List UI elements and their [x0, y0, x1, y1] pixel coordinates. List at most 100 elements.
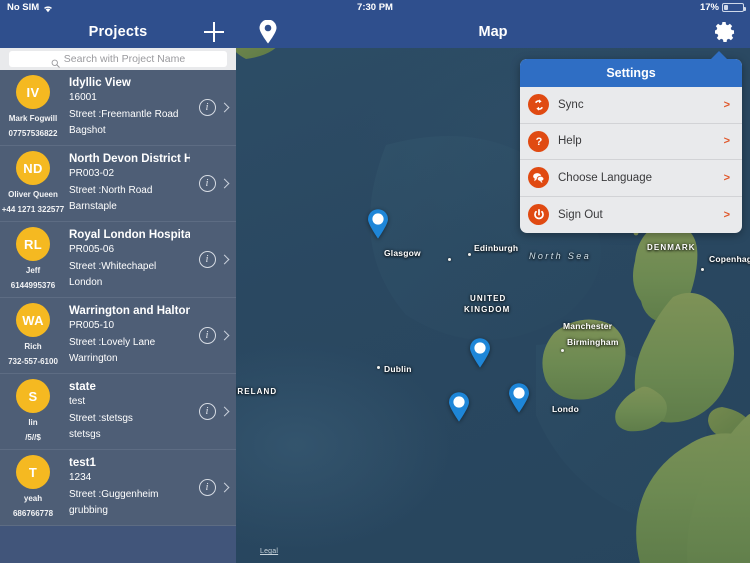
list-empty-space — [0, 526, 236, 556]
gear-icon[interactable] — [713, 20, 737, 49]
power-icon — [528, 204, 549, 226]
avatar: RL — [16, 227, 50, 261]
project-street: Street :Whitechapel — [69, 260, 157, 272]
projects-panel: Projects Search with Project Name IV Mar — [0, 15, 236, 563]
map-area[interactable]: Glasgow Edinburgh North Sea DENMARK Cope… — [236, 15, 750, 563]
project-code: PR005-06 — [69, 244, 115, 256]
add-project-button[interactable] — [204, 21, 224, 42]
list-item[interactable]: IV Mark Fogwill 07757536822 Idyllic View… — [0, 70, 236, 146]
list-item-contact: ND Oliver Queen +44 1271 322577 — [0, 146, 66, 221]
marker-wales[interactable] — [448, 392, 470, 422]
map-dot-copenhagen — [701, 268, 704, 271]
project-code: PR003-02 — [69, 168, 115, 180]
list-item-actions: i — [190, 450, 236, 525]
marker-manchester[interactable] — [469, 338, 491, 368]
svg-text:?: ? — [535, 136, 542, 148]
list-item-details: Idyllic View 16001 Street :Freemantle Ro… — [66, 70, 190, 145]
map-title: Map — [478, 23, 508, 40]
project-street: Street :Lovely Lane — [69, 336, 156, 348]
project-city: grubbing — [69, 504, 108, 516]
avatar: S — [16, 379, 50, 413]
map-pin-icon[interactable] — [258, 19, 278, 49]
list-item[interactable]: RL Jeff 6144995376 Royal London Hospital… — [0, 222, 236, 298]
project-street: Street :North Road — [69, 184, 153, 196]
list-item-details: Royal London Hospital PR005-06 Street :W… — [66, 222, 190, 297]
settings-item-sync[interactable]: Sync > — [520, 87, 742, 124]
battery-percent-label: 17% — [699, 2, 719, 13]
list-item-details: state test Street :stetsgs stetsgs — [66, 374, 190, 449]
project-street: Street :stetsgs — [69, 412, 133, 424]
status-bar: No SIM 7:30 PM 17% — [0, 0, 750, 15]
info-icon[interactable]: i — [198, 403, 216, 420]
list-item[interactable]: WA Rich 732-557-6100 Warrington and Halt… — [0, 298, 236, 374]
contact-name: Jeff — [25, 266, 41, 275]
settings-item-choose-language[interactable]: Choose Language > — [520, 160, 742, 197]
project-city: Warrington — [69, 352, 118, 364]
map-dot-glasgow — [448, 258, 451, 261]
list-item[interactable]: T yeah 686766778 test1 1234 Street :Gugg… — [0, 450, 236, 526]
projects-list[interactable]: IV Mark Fogwill 07757536822 Idyllic View… — [0, 70, 236, 563]
search-icon — [51, 55, 60, 68]
list-item-actions: i — [190, 374, 236, 449]
contact-phone: 07757536822 — [8, 128, 58, 138]
chevron-right-icon[interactable] — [219, 330, 229, 341]
list-item-contact: T yeah 686766778 — [0, 450, 66, 525]
list-item-actions: i — [190, 146, 236, 221]
project-code: 1234 — [69, 472, 92, 484]
list-item-contact: S lin /5//$ — [0, 374, 66, 449]
chevron-right-icon[interactable] — [219, 406, 229, 417]
map-navbar: Map — [236, 15, 750, 48]
project-city: Bagshot — [69, 124, 106, 136]
contact-name: Rich — [24, 342, 42, 351]
search-placeholder: Search with Project Name — [63, 53, 186, 65]
settings-item-label: Sign Out — [558, 208, 603, 221]
info-icon[interactable]: i — [198, 479, 216, 496]
chevron-right-icon: > — [723, 98, 730, 111]
info-icon[interactable]: i — [198, 251, 216, 268]
project-title: Warrington and Halton Hospitals — [69, 305, 190, 317]
settings-popover-tail — [710, 51, 728, 60]
list-item-details: North Devon District Hospital PR003-02 S… — [66, 146, 190, 221]
project-title: North Devon District Hospital — [69, 153, 190, 165]
settings-item-sign-out[interactable]: Sign Out > — [520, 197, 742, 234]
project-city: Barnstaple — [69, 200, 117, 212]
project-title: Royal London Hospital — [69, 229, 190, 241]
settings-item-help[interactable]: ? Help > — [520, 124, 742, 160]
chevron-right-icon[interactable] — [219, 482, 229, 493]
search-input[interactable]: Search with Project Name — [9, 51, 227, 68]
list-item[interactable]: ND Oliver Queen +44 1271 322577 North De… — [0, 146, 236, 222]
project-street: Street :Freemantle Road — [69, 108, 179, 120]
avatar: T — [16, 455, 50, 489]
page-title: Projects — [88, 23, 148, 40]
battery-icon — [722, 3, 746, 12]
list-item-actions: i — [190, 70, 236, 145]
list-item[interactable]: S lin /5//$ state test Street :stetsgs s… — [0, 374, 236, 450]
map-dot-edinburgh — [468, 253, 471, 256]
list-item-contact: RL Jeff 6144995376 — [0, 222, 66, 297]
marker-north-atlantic[interactable] — [367, 209, 389, 239]
app-root: No SIM 7:30 PM 17% Glasgow Edinburgh Nor… — [0, 0, 750, 563]
map-dot-birmingham — [561, 349, 564, 352]
project-title: state — [69, 381, 96, 393]
map-legal-link[interactable]: Legal — [260, 548, 278, 555]
contact-phone: 6144995376 — [10, 280, 56, 290]
avatar: ND — [16, 151, 50, 185]
map-dot-dublin — [377, 366, 380, 369]
contact-phone: 686766778 — [12, 508, 54, 518]
contact-phone: 732-557-6100 — [8, 356, 58, 366]
contact-name: lin — [28, 418, 38, 427]
chevron-right-icon[interactable] — [219, 102, 229, 113]
clock: 7:30 PM — [357, 2, 393, 13]
chevron-right-icon: > — [723, 208, 730, 221]
list-item-actions: i — [190, 298, 236, 373]
project-title: test1 — [69, 457, 96, 469]
chevron-right-icon[interactable] — [219, 254, 229, 265]
search-bar: Search with Project Name — [0, 48, 236, 70]
info-icon[interactable]: i — [198, 99, 216, 116]
language-icon — [528, 167, 549, 189]
info-icon[interactable]: i — [198, 175, 216, 192]
chevron-right-icon[interactable] — [219, 178, 229, 189]
marker-london[interactable] — [508, 383, 530, 413]
settings-popover: Settings Sync > ? Help > Choose Language… — [520, 59, 742, 233]
info-icon[interactable]: i — [198, 327, 216, 344]
